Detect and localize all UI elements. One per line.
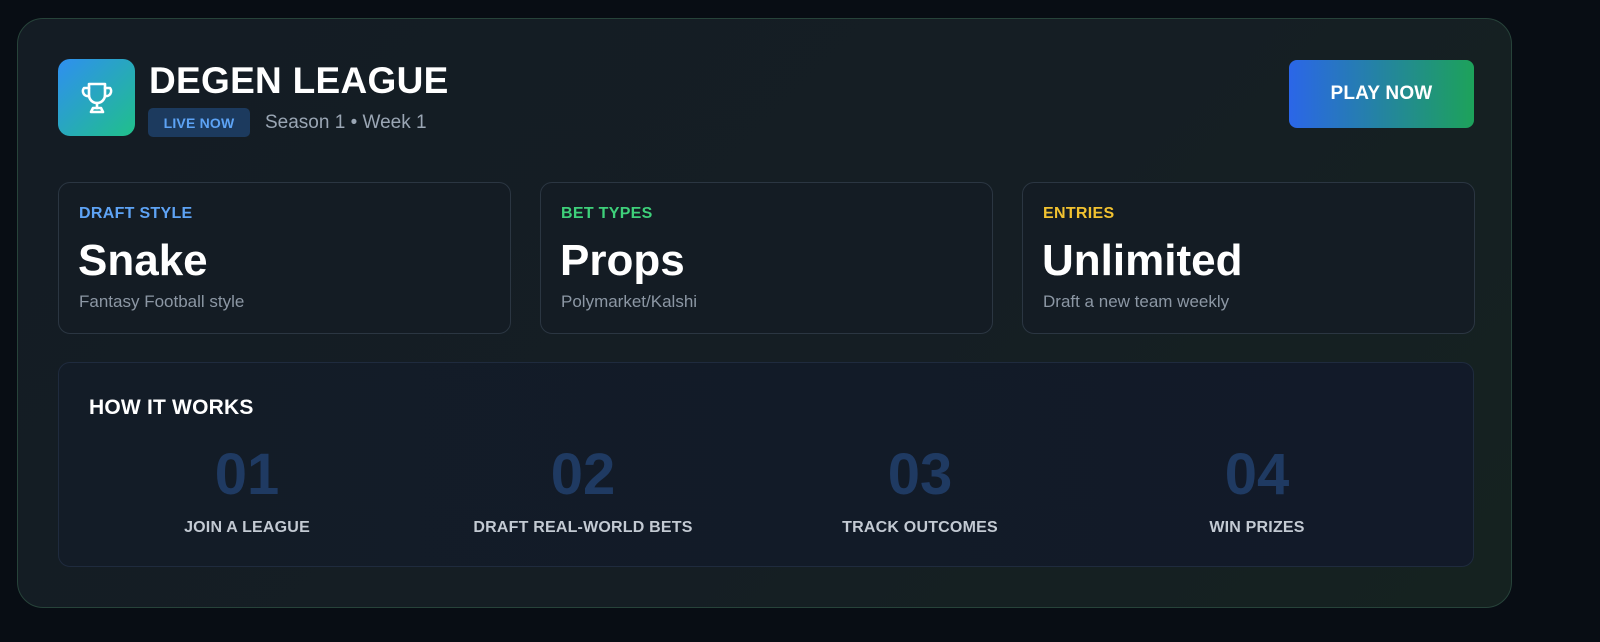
step-label: DRAFT REAL-WORLD BETS (473, 519, 693, 536)
stat-value: Unlimited (1042, 236, 1243, 285)
play-now-button[interactable]: PLAY NOW (1289, 60, 1474, 128)
stat-card-entries: ENTRIES Unlimited Draft a new team weekl… (1022, 182, 1475, 334)
step-number: 02 (550, 442, 616, 507)
step-item: 02 DRAFT REAL-WORLD BETS (403, 443, 763, 537)
how-it-works-title: HOW IT WORKS (89, 396, 254, 419)
step-item: 01 JOIN A LEAGUE (67, 443, 427, 537)
stat-description: Draft a new team weekly (1043, 292, 1230, 311)
step-label: WIN PRIZES (1209, 519, 1305, 536)
step-number: 01 (214, 442, 280, 507)
step-label: JOIN A LEAGUE (184, 519, 310, 536)
step-item: 03 TRACK OUTCOMES (740, 443, 1100, 537)
stat-value: Props (560, 236, 685, 285)
league-card: DEGEN LEAGUE LIVE NOW Season 1 • Week 1 … (17, 18, 1512, 608)
step-number: 03 (887, 442, 953, 507)
how-it-works-panel: HOW IT WORKS 01 JOIN A LEAGUE 02 DRAFT R… (58, 362, 1474, 567)
stat-card-bet-types: BET TYPES Props Polymarket/Kalshi (540, 182, 993, 334)
step-number: 04 (1224, 442, 1290, 507)
trophy-icon (81, 82, 112, 113)
live-status-badge: LIVE NOW (148, 108, 250, 137)
stat-label: BET TYPES (561, 205, 653, 222)
stat-description: Fantasy Football style (79, 292, 245, 311)
season-week-label: Season 1 • Week 1 (265, 112, 427, 133)
league-title: DEGEN LEAGUE (149, 60, 449, 101)
stat-label: ENTRIES (1043, 205, 1115, 222)
step-item: 04 WIN PRIZES (1077, 443, 1437, 537)
step-label: TRACK OUTCOMES (842, 519, 998, 536)
stat-value: Snake (78, 236, 208, 285)
stat-card-draft-style: DRAFT STYLE Snake Fantasy Football style (58, 182, 511, 334)
stat-description: Polymarket/Kalshi (561, 292, 698, 311)
league-logo (58, 59, 135, 136)
stat-label: DRAFT STYLE (79, 205, 193, 222)
